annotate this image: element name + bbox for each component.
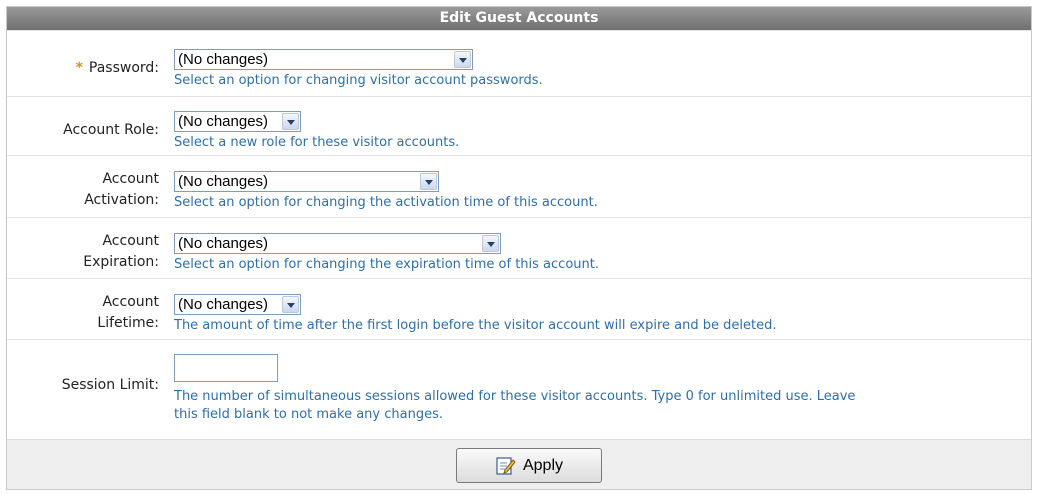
password-label: * Password: <box>75 60 159 76</box>
account-role-row: Account Role: (No changes) Select a new … <box>7 96 1031 155</box>
session-limit-help: The number of simultaneous sessions allo… <box>174 389 856 422</box>
chevron-down-icon[interactable] <box>282 296 299 313</box>
required-marker: * <box>75 60 83 76</box>
chevron-down-icon[interactable] <box>420 173 437 190</box>
account-activation-help: Select an option for changing the activa… <box>174 195 598 210</box>
edit-guest-accounts-panel: Edit Guest Accounts * Password: (No chang… <box>6 6 1032 490</box>
account-expiration-label: Account Expiration: <box>83 233 159 270</box>
account-role-select[interactable]: (No changes) <box>174 111 301 132</box>
account-lifetime-row: Account Lifetime: (No changes) The amoun… <box>7 278 1031 339</box>
account-expiration-select[interactable]: (No changes) <box>174 233 501 254</box>
password-row: * Password: (No changes) Select an option… <box>7 30 1031 96</box>
password-help: Select an option for changing visitor ac… <box>174 73 543 88</box>
account-role-help: Select a new role for these visitor acco… <box>174 135 460 150</box>
chevron-down-icon[interactable] <box>482 235 499 252</box>
chevron-down-icon[interactable] <box>282 113 299 130</box>
account-role-label: Account Role: <box>63 122 159 138</box>
account-activation-label: Account Activation: <box>84 171 159 208</box>
session-limit-label: Session Limit: <box>61 377 159 393</box>
account-expiration-row: Account Expiration: (No changes) Select … <box>7 217 1031 278</box>
account-lifetime-label: Account Lifetime: <box>97 294 159 331</box>
session-limit-input[interactable] <box>174 354 278 382</box>
apply-button[interactable]: Apply <box>456 448 602 483</box>
apply-button-label: Apply <box>522 456 564 474</box>
account-activation-row: Account Activation: (No changes) Select … <box>7 155 1031 217</box>
session-limit-row: Session Limit: The number of simultaneou… <box>7 339 1031 428</box>
account-lifetime-select[interactable]: (No changes) <box>174 294 301 315</box>
panel-title: Edit Guest Accounts <box>7 7 1031 30</box>
password-select[interactable]: (No changes) <box>174 49 473 70</box>
account-lifetime-help: The amount of time after the first login… <box>174 318 777 333</box>
form-footer: Apply <box>7 439 1031 489</box>
account-activation-select[interactable]: (No changes) <box>174 171 439 192</box>
account-expiration-help: Select an option for changing the expira… <box>174 257 599 272</box>
chevron-down-icon[interactable] <box>454 51 471 68</box>
edit-document-icon <box>495 455 517 477</box>
